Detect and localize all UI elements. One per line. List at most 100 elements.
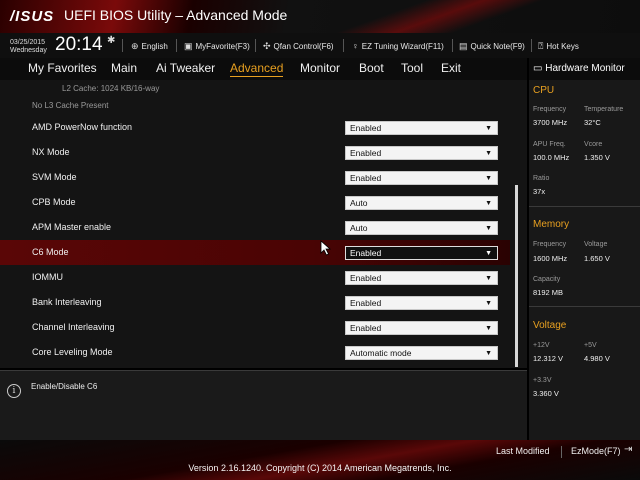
setting-row-svm-mode[interactable]: SVM Mode Enabled ▼: [0, 165, 510, 190]
cpu-temperature-value: 32°C: [584, 118, 601, 127]
hardware-monitor-header: ▭ Hardware Monitor: [529, 58, 640, 80]
divider: [122, 39, 123, 52]
dropdown-value: Auto: [350, 223, 368, 233]
help-text: Enable/Disable C6: [31, 382, 98, 391]
decorative-streak: [270, 0, 570, 33]
dropdown-value: Automatic mode: [350, 348, 412, 358]
setting-dropdown[interactable]: Enabled ▼: [345, 271, 498, 285]
v5-value: 4.980 V: [584, 354, 610, 363]
setting-dropdown[interactable]: Auto ▼: [345, 221, 498, 235]
voltage-heading: Voltage: [533, 320, 567, 331]
ez-tuning-label: EZ Tuning Wizard(F11): [361, 41, 444, 51]
divider: [531, 39, 532, 52]
info-icon: i: [7, 384, 21, 398]
gear-icon[interactable]: ✱: [107, 35, 115, 46]
language-button[interactable]: ⊕ English: [131, 39, 168, 53]
settings-scrollbar[interactable]: [515, 185, 518, 367]
fan-icon: ✣: [263, 40, 271, 51]
setting-row-cpb-mode[interactable]: CPB Mode Auto ▼: [0, 190, 510, 215]
cpu-frequency-value: 3700 MHz: [533, 118, 568, 127]
last-modified-button[interactable]: Last Modified: [496, 446, 550, 456]
l2-cache-info: L2 Cache: 1024 KB/16-way: [62, 84, 160, 93]
globe-icon: ⊕: [131, 40, 139, 51]
setting-dropdown[interactable]: Auto ▼: [345, 196, 498, 210]
ratio-value: 37x: [533, 187, 546, 196]
tab-advanced[interactable]: Advanced: [230, 61, 284, 77]
ezmode-button[interactable]: EzMode(F7): [571, 446, 621, 456]
setting-row-nx-mode[interactable]: NX Mode Enabled ▼: [0, 140, 510, 165]
apu-freq-value: 100.0 MHz: [533, 153, 570, 162]
tab-exit[interactable]: Exit: [441, 61, 461, 75]
hot-keys-label: Hot Keys: [546, 41, 579, 51]
tab-tool[interactable]: Tool: [401, 61, 423, 75]
setting-dropdown[interactable]: Enabled ▼: [345, 146, 498, 160]
cpu-heading: CPU: [533, 85, 555, 96]
v12-label: +12V: [533, 342, 550, 349]
setting-row-apm-master[interactable]: APM Master enable Auto ▼: [0, 215, 510, 240]
myfavorite-label: MyFavorite(F3): [195, 41, 250, 51]
clock-time: 20:14: [55, 34, 103, 55]
memory-frequency-label: Frequency: [533, 241, 567, 248]
qfan-button[interactable]: ✣ Qfan Control(F6): [263, 39, 334, 53]
setting-label: Core Leveling Mode: [32, 347, 113, 357]
setting-label: CPB Mode: [32, 197, 76, 207]
dropdown-value: Enabled: [350, 273, 382, 283]
asus-logo: /ISUS: [10, 8, 55, 25]
dropdown-caret-icon: ▼: [485, 125, 492, 132]
weekday-text: Wednesday: [10, 47, 47, 54]
setting-label: Bank Interleaving: [32, 297, 102, 307]
setting-dropdown[interactable]: Automatic mode ▼: [345, 346, 498, 360]
help-panel: i Enable/Disable C6: [0, 370, 527, 440]
monitor-icon: ▭: [533, 63, 543, 74]
hardware-monitor-panel: ▭ Hardware Monitor CPU Frequency Tempera…: [529, 58, 640, 440]
dropdown-caret-icon: ▼: [485, 275, 492, 282]
dropdown-caret-icon: ▼: [485, 150, 492, 157]
setting-dropdown[interactable]: Enabled ▼: [345, 121, 498, 135]
myfavorite-button[interactable]: ▣ MyFavorite(F3): [184, 39, 250, 53]
setting-dropdown[interactable]: Enabled ▼: [345, 246, 498, 260]
setting-dropdown[interactable]: Enabled ▼: [345, 296, 498, 310]
main-menu: My Favorites Main Ai Tweaker Advanced Mo…: [0, 58, 527, 80]
dropdown-value: Enabled: [350, 248, 382, 258]
memory-voltage-label: Voltage: [584, 241, 608, 248]
tab-my-favorites[interactable]: My Favorites: [28, 61, 97, 75]
ez-tuning-button[interactable]: ♀ EZ Tuning Wizard(F11): [352, 39, 444, 53]
memory-capacity-value: 8192 MB: [533, 288, 564, 297]
setting-row-core-leveling[interactable]: Core Leveling Mode Automatic mode ▼: [0, 340, 510, 365]
setting-dropdown[interactable]: Enabled ▼: [345, 171, 498, 185]
hot-keys-button[interactable]: ⍰ Hot Keys: [538, 39, 579, 53]
setting-row-amd-powernow[interactable]: AMD PowerNow function Enabled ▼: [0, 115, 510, 140]
setting-row-channel-interleaving[interactable]: Channel Interleaving Enabled ▼: [0, 315, 510, 340]
tab-main[interactable]: Main: [111, 61, 137, 75]
dropdown-value: Enabled: [350, 123, 382, 133]
version-text: Version 2.16.1240. Copyright (C) 2014 Am…: [188, 463, 452, 473]
divider: [452, 39, 453, 52]
dropdown-value: Enabled: [350, 173, 382, 183]
setting-row-c6-mode[interactable]: C6 Mode Enabled ▼: [0, 240, 510, 265]
language-label: English: [141, 41, 168, 51]
dropdown-value: Enabled: [350, 148, 382, 158]
setting-row-bank-interleaving[interactable]: Bank Interleaving Enabled ▼: [0, 290, 510, 315]
setting-label: NX Mode: [32, 147, 70, 157]
tab-boot[interactable]: Boot: [359, 61, 384, 75]
divider: [343, 39, 344, 52]
exit-icon[interactable]: ⇥: [624, 444, 632, 455]
dropdown-value: Auto: [350, 198, 368, 208]
divider: [529, 306, 640, 307]
v33-label: +3.3V: [533, 377, 552, 384]
setting-label: IOMMU: [32, 272, 63, 282]
setting-label: APM Master enable: [32, 222, 112, 232]
vcore-value: 1.350 V: [584, 153, 610, 162]
tab-ai-tweaker[interactable]: Ai Tweaker: [156, 61, 215, 75]
tab-monitor[interactable]: Monitor: [300, 61, 340, 75]
dropdown-caret-icon: ▼: [485, 200, 492, 207]
question-icon: ⍰: [538, 40, 544, 51]
dropdown-value: Enabled: [350, 323, 382, 333]
l3-cache-info: No L3 Cache Present: [32, 101, 109, 110]
setting-dropdown[interactable]: Enabled ▼: [345, 321, 498, 335]
mouse-cursor-icon: [320, 240, 332, 256]
date-text: 03/25/2015: [10, 39, 46, 46]
dropdown-caret-icon: ▼: [485, 350, 492, 357]
quick-note-button[interactable]: ▤ Quick Note(F9): [459, 39, 525, 53]
setting-row-iommu[interactable]: IOMMU Enabled ▼: [0, 265, 510, 290]
